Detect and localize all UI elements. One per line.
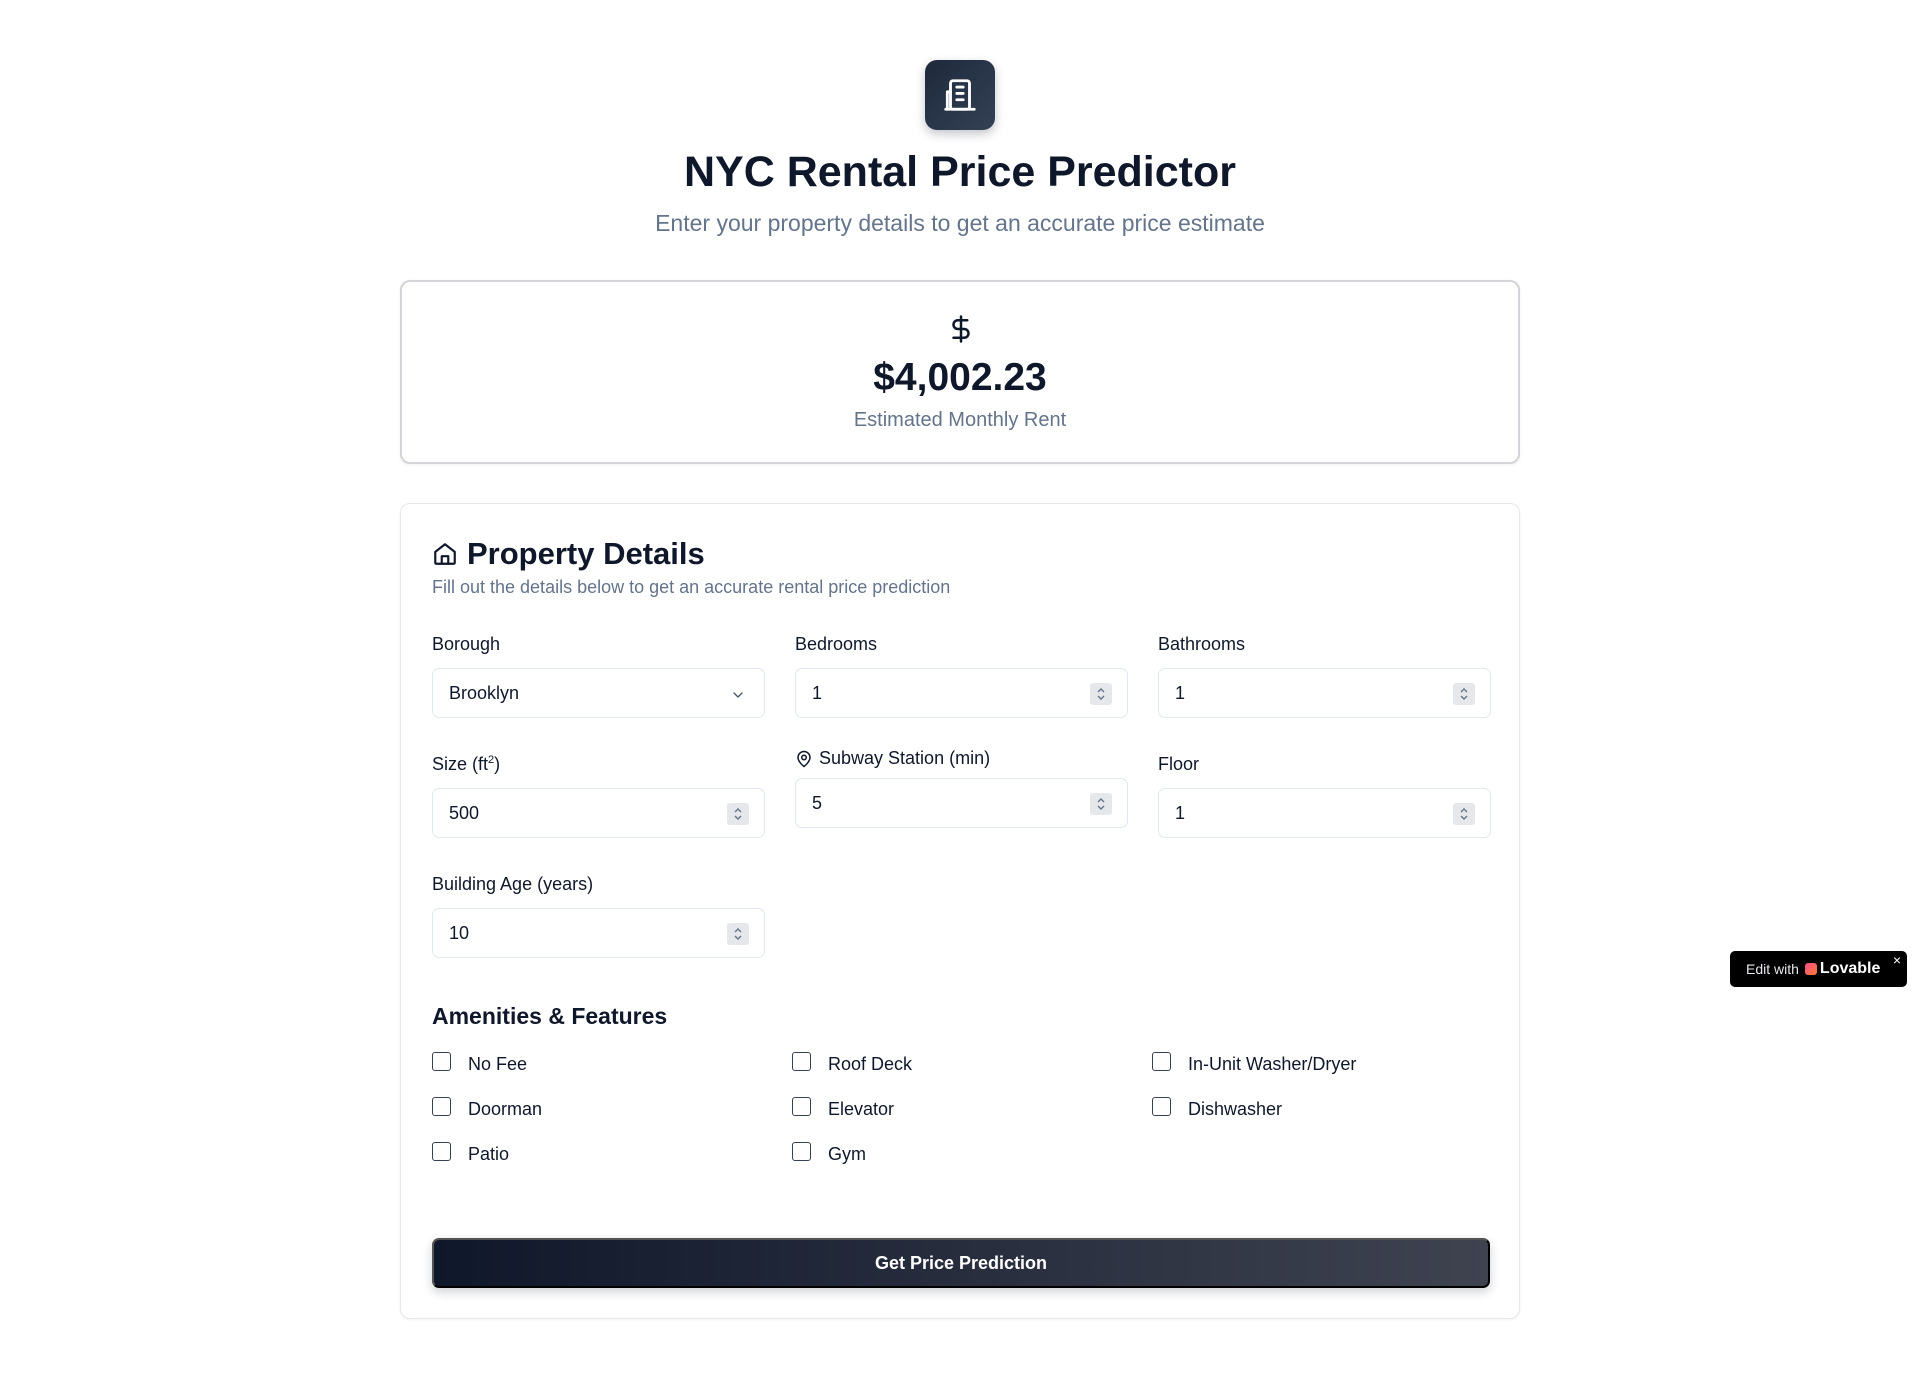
amenity-elevator[interactable]: Elevator bbox=[792, 1097, 895, 1120]
app-logo bbox=[925, 60, 995, 130]
page-title: NYC Rental Price Predictor bbox=[683, 148, 1236, 196]
floor-label: Floor bbox=[1158, 754, 1199, 775]
stepper-icon bbox=[1097, 688, 1105, 700]
checkbox[interactable] bbox=[792, 1142, 811, 1161]
page-subtitle: Enter your property details to get an ac… bbox=[655, 210, 1265, 236]
bedrooms-value: 1 bbox=[812, 682, 823, 703]
bathrooms-label: Bathrooms bbox=[1158, 634, 1245, 655]
stepper-icon bbox=[1097, 798, 1105, 810]
subway-input[interactable]: 5 bbox=[795, 778, 1128, 828]
floor-input[interactable]: 1 bbox=[1158, 788, 1491, 838]
amenity-label: Doorman bbox=[468, 1099, 543, 1119]
amenity-label: Dishwasher bbox=[1188, 1099, 1283, 1119]
amenity-roof-deck[interactable]: Roof Deck bbox=[792, 1052, 913, 1075]
bedrooms-label-text: Bedrooms bbox=[795, 634, 878, 654]
checkbox[interactable] bbox=[432, 1097, 451, 1116]
amenity-doorman[interactable]: Doorman bbox=[432, 1097, 543, 1120]
bedrooms-stepper[interactable] bbox=[1090, 683, 1112, 705]
card-title: Property Details bbox=[467, 536, 705, 571]
amenity-label: Elevator bbox=[828, 1099, 895, 1119]
size-label-text: Size (ft2) bbox=[432, 754, 500, 775]
stepper-icon bbox=[1460, 688, 1468, 700]
subway-stepper[interactable] bbox=[1090, 793, 1112, 815]
borough-label: Borough bbox=[432, 634, 500, 655]
checkbox[interactable] bbox=[1152, 1097, 1171, 1116]
checkbox[interactable] bbox=[792, 1052, 811, 1071]
floor-label-text: Floor bbox=[1158, 754, 1200, 774]
card-header: Property Details bbox=[432, 536, 705, 572]
lovable-brand-text: Lovable bbox=[1819, 960, 1881, 977]
building-age-label-text: Building Age (years) bbox=[432, 874, 594, 894]
borough-value: Brooklyn bbox=[449, 682, 520, 703]
estimated-price-label: Estimated Monthly Rent bbox=[853, 409, 1067, 431]
amenity-label: No Fee bbox=[468, 1054, 528, 1074]
borough-label-text: Borough bbox=[432, 634, 501, 654]
building-age-input[interactable]: 10 bbox=[432, 908, 765, 958]
amenities-title: Amenities & Features bbox=[432, 1003, 668, 1029]
stepper-icon bbox=[734, 928, 742, 940]
edit-with-lovable-badge[interactable]: Edit with Lovable × bbox=[1730, 951, 1907, 987]
badge-prefix: Edit with bbox=[1746, 961, 1799, 977]
floor-value: 1 bbox=[1175, 802, 1186, 823]
floor-stepper[interactable] bbox=[1453, 803, 1475, 825]
bathrooms-stepper[interactable] bbox=[1453, 683, 1475, 705]
estimated-price: $4,002.23 bbox=[873, 356, 1047, 399]
amenity-dishwasher[interactable]: Dishwasher bbox=[1152, 1097, 1283, 1120]
card-description: Fill out the details below to get an acc… bbox=[432, 577, 951, 597]
amenity-gym[interactable]: Gym bbox=[792, 1142, 866, 1165]
page: NYC Rental Price Predictor Enter your pr… bbox=[0, 0, 1920, 1378]
bathrooms-label-text: Bathrooms bbox=[1158, 634, 1246, 654]
subway-label: Subway Station (min) bbox=[795, 748, 990, 769]
borough-select[interactable]: Brooklyn bbox=[432, 668, 765, 718]
checkbox[interactable] bbox=[432, 1052, 451, 1071]
checkbox[interactable] bbox=[1152, 1052, 1171, 1071]
size-label-end: ) bbox=[494, 754, 501, 774]
subway-label-text: Subway Station (min) bbox=[819, 748, 991, 768]
size-value: 500 bbox=[449, 802, 480, 823]
close-icon[interactable]: × bbox=[1893, 952, 1901, 968]
get-price-prediction-button[interactable]: Get Price Prediction bbox=[432, 1238, 1490, 1288]
size-label: Size (ft2) bbox=[432, 754, 500, 775]
size-label-main: Size (ft bbox=[432, 754, 489, 774]
lovable-logo-icon bbox=[1804, 963, 1817, 975]
chevron-down-icon bbox=[733, 692, 743, 698]
building-icon bbox=[944, 79, 976, 111]
price-result-card: $4,002.23 Estimated Monthly Rent bbox=[400, 280, 1520, 464]
building-age-stepper[interactable] bbox=[727, 923, 749, 945]
lovable-brand: Lovable bbox=[1804, 960, 1881, 978]
amenity-no-fee[interactable]: No Fee bbox=[432, 1052, 528, 1075]
home-icon bbox=[434, 543, 456, 565]
size-stepper[interactable] bbox=[727, 803, 749, 825]
checkbox[interactable] bbox=[432, 1142, 451, 1161]
bedrooms-label: Bedrooms bbox=[795, 634, 877, 655]
stepper-icon bbox=[1460, 808, 1468, 820]
amenity-washer-dryer[interactable]: In-Unit Washer/Dryer bbox=[1152, 1052, 1357, 1075]
amenity-label: Gym bbox=[828, 1144, 866, 1164]
amenity-label: In-Unit Washer/Dryer bbox=[1188, 1054, 1357, 1074]
checkbox[interactable] bbox=[792, 1097, 811, 1116]
amenity-patio[interactable]: Patio bbox=[432, 1142, 510, 1165]
building-age-label: Building Age (years) bbox=[432, 874, 593, 895]
amenity-label: Patio bbox=[468, 1144, 510, 1164]
dollar-icon bbox=[952, 315, 970, 343]
property-details-card: Property Details Fill out the details be… bbox=[400, 503, 1520, 1319]
bathrooms-input[interactable]: 1 bbox=[1158, 668, 1491, 718]
stepper-icon bbox=[734, 808, 742, 820]
amenity-label: Roof Deck bbox=[828, 1054, 913, 1074]
bedrooms-input[interactable]: 1 bbox=[795, 668, 1128, 718]
size-input[interactable]: 500 bbox=[432, 788, 765, 838]
bathrooms-value: 1 bbox=[1175, 682, 1186, 703]
building-age-value: 10 bbox=[449, 922, 470, 943]
map-pin-icon bbox=[797, 750, 811, 767]
subway-value: 5 bbox=[812, 792, 823, 813]
